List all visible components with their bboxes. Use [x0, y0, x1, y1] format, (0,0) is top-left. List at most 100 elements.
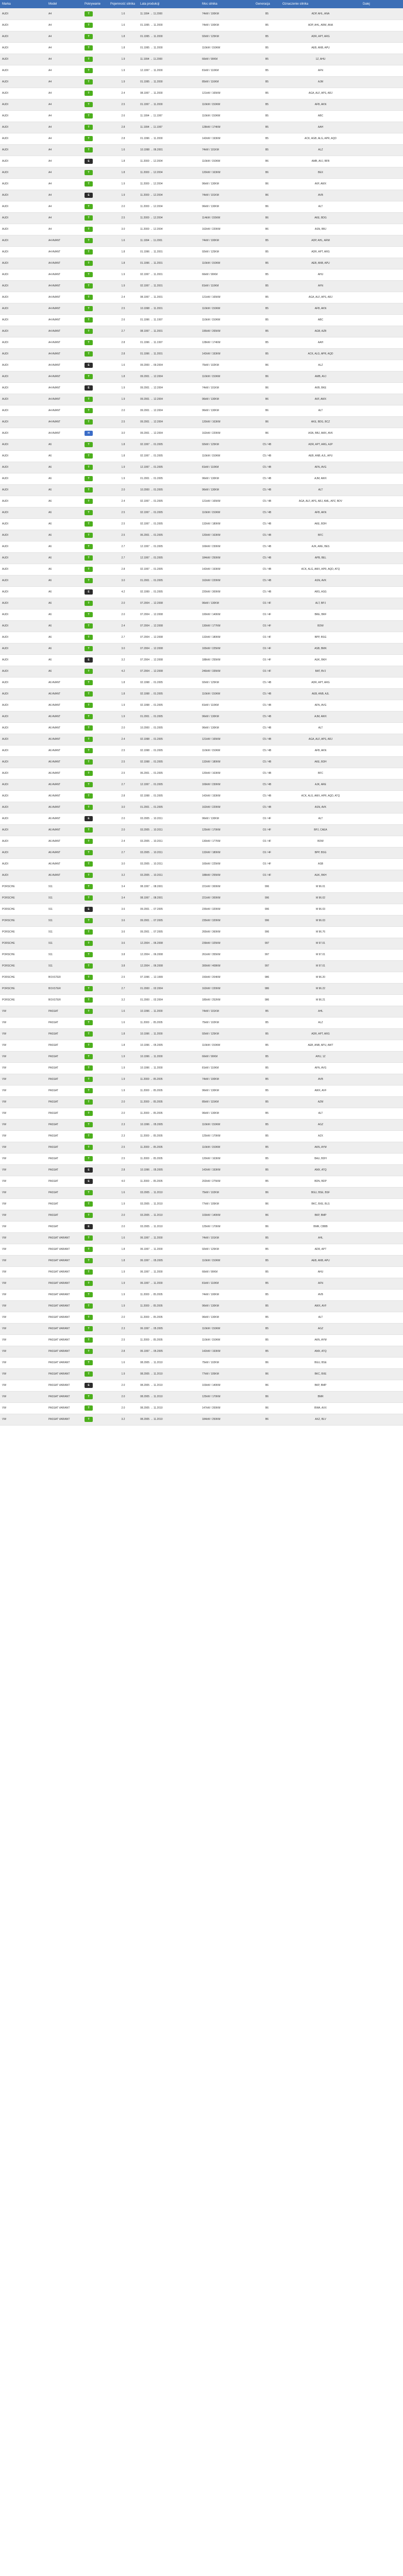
modification-badge[interactable]: T	[85, 215, 93, 221]
modification-badge[interactable]: T	[85, 1417, 93, 1422]
modification-badge[interactable]: T	[85, 1337, 93, 1343]
modification-badge[interactable]: T	[85, 691, 93, 697]
modification-badge[interactable]: T	[85, 1133, 93, 1139]
modification-badge[interactable]: T	[85, 1258, 93, 1263]
table-row[interactable]: AUDI A4 AVANT E 1.9 09.2001 → 12.2004 74kW / …	[0, 382, 403, 394]
table-row[interactable]: VW PASSAT T 1.9 11.2000 → 05.2005 74kW / 100K…	[0, 1074, 403, 1086]
table-row[interactable]: AUDI A4 T 2.8 11.1994 → 11.1997 128kW / 174KM…	[0, 122, 403, 133]
table-row[interactable]: PORSCHE 911 T 3.4 08.1997 → 08.2001 221kW / 3…	[0, 892, 403, 904]
table-row[interactable]: PORSCHE 911 T 3.6 09.2001 → 07.2005 265kW / 3…	[0, 926, 403, 938]
table-row[interactable]: AUDI A6 AVANT T 2.4 02.1998 → 01.2005 121kW /…	[0, 734, 403, 745]
table-row[interactable]: AUDI A6 T 2.5 06.2001 → 01.2005 120kW / 163KM…	[0, 530, 403, 541]
modification-badge[interactable]: T	[85, 680, 93, 685]
table-row[interactable]: AUDI A4 AVANT T 2.7 08.1997 → 11.2001 195kW /…	[0, 326, 403, 337]
table-row[interactable]: AUDI A6 T 2.7 12.1997 → 01.2005 184kW / 250KM…	[0, 552, 403, 564]
modification-badge[interactable]: T	[85, 227, 93, 232]
table-row[interactable]: VW PASSAT T 2.0 11.2000 → 05.2005 85kW / 115K…	[0, 1096, 403, 1108]
modification-badge[interactable]: T	[85, 567, 93, 572]
table-row[interactable]: VW PASSAT T 1.9 03.2005 → 11.2010 77kW / 105K…	[0, 1198, 403, 1210]
column-header-action[interactable]: Dalej	[361, 0, 403, 8]
modification-badge[interactable]: T	[85, 1360, 93, 1365]
table-row[interactable]: AUDI A4 T 1.8 01.1995 → 11.2000 110kW / 150KM…	[0, 42, 403, 54]
modification-badge[interactable]: T	[85, 340, 93, 345]
table-row[interactable]: AUDI A6 AVANT T 2.5 02.1998 → 01.2005 110kW /…	[0, 745, 403, 757]
table-row[interactable]: AUDI A4 AVANT T 2.4 08.1997 → 11.2001 121kW /…	[0, 292, 403, 303]
modification-badge[interactable]: T	[85, 34, 93, 39]
modification-badge[interactable]: T	[85, 1088, 93, 1093]
modification-badge[interactable]: T	[85, 419, 93, 425]
modification-badge[interactable]: T	[85, 623, 93, 629]
table-row[interactable]: VW PASSAT E 2.0 03.2005 → 11.2010 125kW / 170…	[0, 1221, 403, 1233]
modification-badge[interactable]: T	[85, 408, 93, 413]
modification-badge[interactable]: T	[85, 487, 93, 493]
table-row[interactable]: AUDI A6 T 2.7 12.1997 → 01.2005 169kW / 230KM…	[0, 541, 403, 553]
table-row[interactable]: AUDI A4 AVANT T 1.9 02.1997 → 11.2001 81kW / …	[0, 280, 403, 292]
table-row[interactable]: AUDI A6 AVANT T 1.8 02.1998 → 01.2005 110kW /…	[0, 688, 403, 700]
table-row[interactable]: AUDI A4 T 3.0 11.2000 → 12.2004 162kW / 220KM…	[0, 224, 403, 235]
modification-badge[interactable]: E	[85, 589, 93, 595]
table-row[interactable]: AUDI A4 AVANT T 1.8 09.2001 → 12.2004 110kW /…	[0, 371, 403, 383]
modification-badge[interactable]: E	[85, 159, 93, 164]
modification-badge[interactable]: T	[85, 918, 93, 923]
table-row[interactable]: VW PASSAT T 1.9 11.2000 → 05.2005 96kW / 130K…	[0, 1085, 403, 1097]
table-row[interactable]: AUDI A6 T 2.4 07.2004 → 12.2008 130kW / 177KM…	[0, 620, 403, 632]
table-row[interactable]: VW PASSAT VARIANT T 1.8 06.1997 → 05.2005 110…	[0, 1255, 403, 1267]
column-header-model[interactable]: Model	[46, 0, 82, 8]
table-row[interactable]: AUDI A6 AVANT T 2.0 03.2005 → 10.2011 125kW /…	[0, 824, 403, 836]
modification-badge[interactable]: T	[85, 261, 93, 266]
modification-badge[interactable]: T	[85, 181, 93, 187]
table-row[interactable]: AUDI A4 AVANT H 3.0 09.2001 → 12.2004 162kW /…	[0, 428, 403, 439]
modification-badge[interactable]: T	[85, 1043, 93, 1048]
table-row[interactable]: AUDI A4 T 1.9 11.1994 → 11.2000 66kW / 90KM B5…	[0, 54, 403, 65]
table-row[interactable]: PORSCHE BOXSTER T 3.2 01.2000 → 02.2004 185kW…	[0, 994, 403, 1006]
modification-badge[interactable]: T	[85, 1349, 93, 1354]
table-row[interactable]: AUDI A4 T 1.6 01.1995 → 11.2000 74kW / 100KM B…	[0, 20, 403, 31]
modification-badge[interactable]: T	[85, 79, 93, 84]
table-row[interactable]: AUDI A6 T 3.0 07.2004 → 12.2008 165kW / 225KM…	[0, 643, 403, 655]
table-row[interactable]: AUDI A6 AVANT T 1.9 01.2001 → 01.2005 96kW / …	[0, 711, 403, 723]
table-row[interactable]: AUDI A4 T 2.6 11.1994 → 11.1997 110kW / 150KM…	[0, 110, 403, 122]
table-row[interactable]: AUDI A4 E 1.8 11.2000 → 12.2004 110kW / 150KM…	[0, 156, 403, 167]
modification-badge[interactable]: T	[85, 1303, 93, 1309]
modification-badge[interactable]: T	[85, 1054, 93, 1059]
modification-badge[interactable]: T	[85, 725, 93, 731]
table-row[interactable]: PORSCHE 911 T 3.6 12.2004 → 06.2008 239kW / 3…	[0, 938, 403, 950]
table-row[interactable]: VW PASSAT VARIANT T 2.8 06.1997 → 05.2005 142…	[0, 1346, 403, 1358]
table-row[interactable]: AUDI A6 T 1.9 01.2001 → 01.2005 96kW / 130KM C…	[0, 473, 403, 485]
modification-badge[interactable]: T	[85, 997, 93, 1003]
table-row[interactable]: VW PASSAT T 1.9 10.1996 → 11.2000 66kW / 90KM…	[0, 1051, 403, 1063]
column-header-type[interactable]: Pokrywanie	[82, 0, 108, 8]
table-row[interactable]: AUDI A4 AVANT T 2.6 01.1996 → 11.1997 110kW /…	[0, 314, 403, 326]
modification-badge[interactable]: T	[85, 1247, 93, 1252]
table-row[interactable]: VW PASSAT T 2.3 11.2000 → 05.2005 125kW / 170…	[0, 1130, 403, 1142]
table-row[interactable]: AUDI A6 AVANT T 2.7 03.2005 → 10.2011 132kW /…	[0, 847, 403, 859]
modification-badge[interactable]: T	[85, 1269, 93, 1275]
column-header-power[interactable]: Moc silnika	[200, 0, 254, 8]
table-row[interactable]: VW PASSAT VARIANT T 1.9 11.2000 → 05.2005 96k…	[0, 1300, 403, 1312]
modification-badge[interactable]: T	[85, 272, 93, 277]
modification-badge[interactable]: T	[85, 793, 93, 799]
modification-badge[interactable]: T	[85, 283, 93, 289]
table-row[interactable]: AUDI A4 AVANT T 2.5 09.2001 → 12.2004 120kW /…	[0, 416, 403, 428]
modification-badge[interactable]: T	[85, 306, 93, 311]
modification-badge[interactable]: T	[85, 1394, 93, 1399]
table-row[interactable]: AUDI A6 T 2.0 07.2004 → 12.2008 96kW / 130KM C…	[0, 598, 403, 609]
modification-badge[interactable]: T	[85, 1201, 93, 1207]
table-row[interactable]: VW PASSAT T 2.3 10.1996 → 05.2005 110kW / 150…	[0, 1119, 403, 1131]
modification-badge[interactable]: T	[85, 975, 93, 980]
modification-badge[interactable]: T	[85, 578, 93, 583]
table-row[interactable]: VW PASSAT T 1.6 10.1996 → 11.2000 74kW / 101K…	[0, 1006, 403, 1018]
table-row[interactable]: AUDI A4 T 1.9 12.1997 → 11.2000 81kW / 110KM B…	[0, 65, 403, 77]
table-row[interactable]: VW PASSAT VARIANT T 1.9 06.1997 → 11.2000 66k…	[0, 1266, 403, 1278]
modification-badge[interactable]: T	[85, 1371, 93, 1377]
column-header-brand[interactable]: Marka	[0, 0, 46, 8]
table-row[interactable]: AUDI A6 AVANT T 2.8 02.1998 → 01.2005 142kW /…	[0, 790, 403, 802]
modification-badge[interactable]: T	[85, 612, 93, 617]
table-row[interactable]: AUDI A4 AVANT E 1.6 09.2000 → 09.2004 75kW / …	[0, 360, 403, 371]
modification-badge[interactable]: T	[85, 771, 93, 776]
modification-badge[interactable]: T	[85, 45, 93, 50]
table-row[interactable]: AUDI A6 AVANT T 1.9 02.1998 → 01.2005 81kW / …	[0, 700, 403, 711]
table-row[interactable]: VW PASSAT T 1.8 10.1996 → 11.2000 92kW / 125K…	[0, 1028, 403, 1040]
modification-badge[interactable]: E	[85, 657, 93, 663]
modification-badge[interactable]: T	[85, 442, 93, 447]
